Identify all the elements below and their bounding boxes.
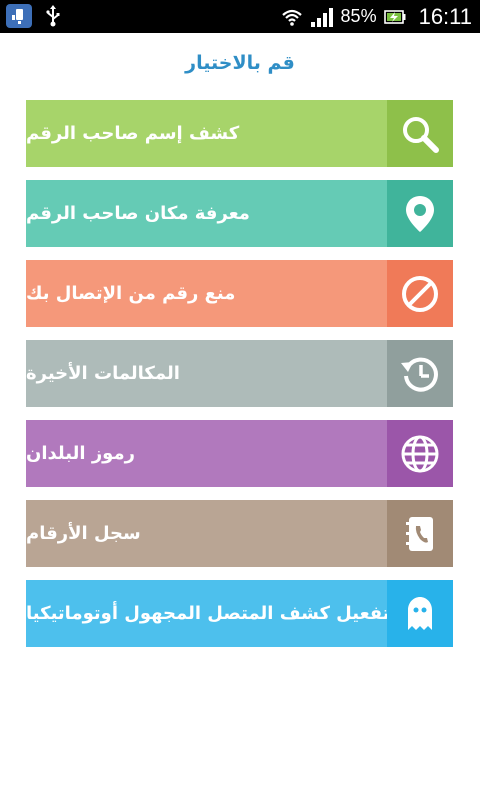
menu-item-label: تفعيل كشف المتصل المجهول أوتوماتيكيا [26,603,387,624]
search-icon [387,100,453,167]
menu-item-label: كشف إسم صاحب الرقم [26,123,240,144]
block-icon [387,260,453,327]
battery-percent: 85% [340,6,377,26]
history-icon [387,340,453,407]
menu-item-caller-location[interactable]: معرفة مكان صاحب الرقم [26,180,453,247]
battery-charging-icon [383,9,406,24]
menu-item-caller-name-lookup[interactable]: كشف إسم صاحب الرقم [26,100,453,167]
ghost-icon [387,580,453,647]
menu-item-label: رموز البلدان [26,443,135,464]
globe-icon [387,420,453,487]
location-pin-icon [387,180,453,247]
menu-list: كشف إسم صاحب الرقم معرفة مكان صاحب الرقم… [26,100,453,647]
menu-item-label: المكالمات الأخيرة [26,363,180,384]
menu-item-country-codes[interactable]: رموز البلدان [26,420,453,487]
menu-item-recent-calls[interactable]: المكالمات الأخيرة [26,340,453,407]
clock: 16:11 [418,3,472,29]
phonebook-icon [387,500,453,567]
menu-item-label: سجل الأرقام [26,523,141,544]
wifi-icon [281,9,302,26]
signal-icon [310,7,333,27]
app-notification-icon[interactable] [6,4,32,28]
menu-item-block-number[interactable]: منع رقم من الإتصال بك [26,260,453,327]
menu-item-label: معرفة مكان صاحب الرقم [26,203,250,224]
menu-item-auto-unknown-caller[interactable]: تفعيل كشف المتصل المجهول أوتوماتيكيا [26,580,453,647]
menu-item-label: منع رقم من الإتصال بك [26,283,236,304]
menu-item-phonebook[interactable]: سجل الأرقام [26,500,453,567]
status-bar: 85% 16:11 [0,0,480,33]
usb-icon [46,5,60,27]
page-title: قم بالاختيار [185,52,295,74]
